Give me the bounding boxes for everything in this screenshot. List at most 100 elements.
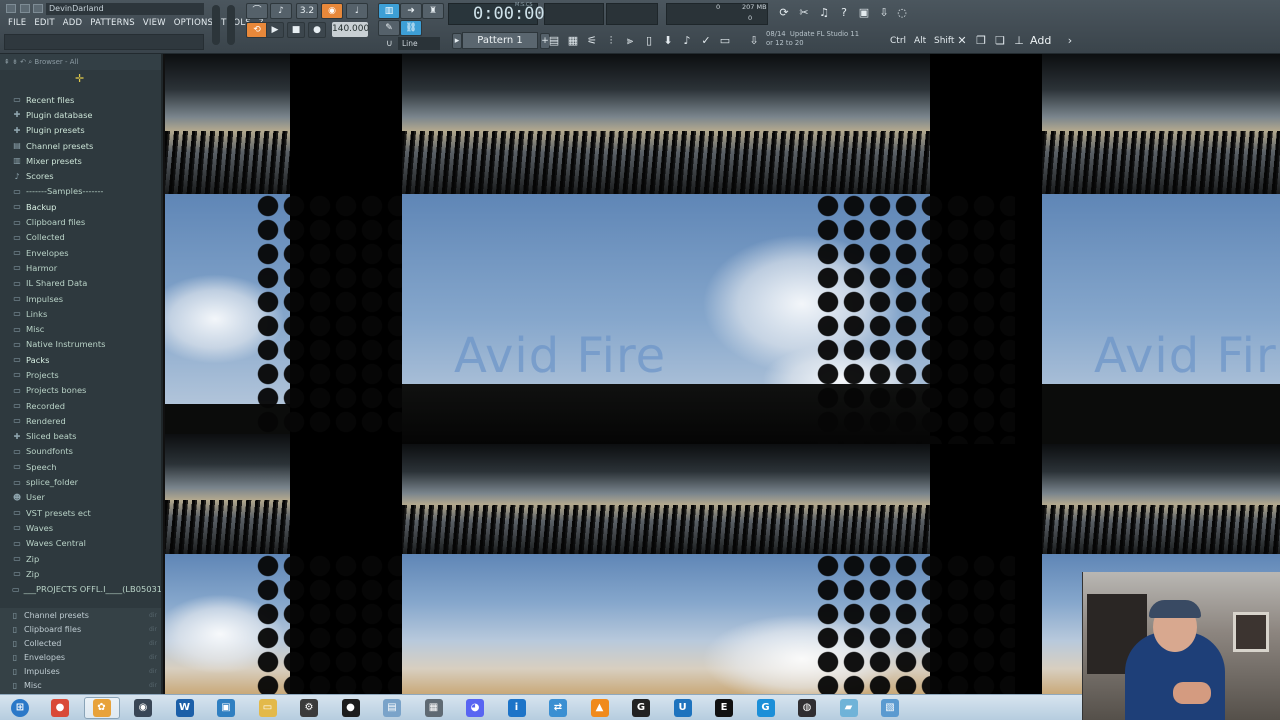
taskbar-button[interactable]: G — [748, 697, 784, 719]
undo-history-icon[interactable]: ⟳ — [776, 5, 792, 21]
browser-item[interactable]: ▭ -------Samples------- — [0, 184, 161, 199]
master-volume-slider[interactable] — [212, 5, 220, 45]
pattern-selector[interactable]: Pattern 1 — [462, 32, 538, 49]
menu-add[interactable]: ADD — [59, 17, 87, 31]
taskbar-button[interactable]: i — [499, 697, 535, 719]
browser-file-item[interactable]: ▯ Impulses dir — [0, 664, 161, 678]
mixer-icon[interactable]: ⫶ — [603, 33, 619, 49]
menu-patterns[interactable]: PATTERNS — [86, 17, 139, 31]
add-button[interactable]: Add — [1030, 32, 1060, 49]
cut-icon[interactable]: ✂ — [796, 5, 812, 21]
add-arrow-icon[interactable]: › — [1062, 33, 1078, 49]
taskbar-button[interactable]: ● — [42, 697, 78, 719]
step-edit-icon[interactable]: ♪ — [270, 3, 292, 19]
piano-icon[interactable]: ♜ — [422, 3, 444, 19]
browser-file-item[interactable]: ▯ Channel presets dir — [0, 608, 161, 622]
snap-select[interactable]: Line — [398, 37, 440, 50]
browser-item[interactable]: ▭ Packs — [0, 352, 161, 367]
taskbar-button[interactable]: ▭ — [250, 697, 286, 719]
menu-file[interactable]: FILE — [4, 17, 30, 31]
record-button[interactable]: ● — [308, 22, 326, 38]
taskbar-button[interactable]: ⚙ — [291, 697, 327, 719]
browser-file-item[interactable]: ▯ Clipboard files dir — [0, 622, 161, 636]
taskbar-button[interactable]: ◕ — [457, 697, 493, 719]
taskbar-button[interactable]: ▣ — [208, 697, 244, 719]
master-pitch-slider[interactable] — [227, 5, 235, 45]
alt-key[interactable]: Alt — [914, 33, 926, 49]
save-icon[interactable]: ▣ — [856, 5, 872, 21]
browser-item[interactable]: ▭ Recorded — [0, 398, 161, 413]
taskbar-button[interactable]: ◉ — [125, 697, 161, 719]
browser-item[interactable]: ✚ Plugin database — [0, 107, 161, 122]
arrow-right-icon[interactable]: ➜ — [400, 3, 422, 19]
browser-add-icon[interactable]: ✛ — [75, 72, 84, 85]
menu-edit[interactable]: EDIT — [30, 17, 58, 31]
browser-item[interactable]: ▭ Zip — [0, 551, 161, 566]
taskbar-button[interactable]: ▲ — [582, 697, 618, 719]
ctrl-key[interactable]: Ctrl — [890, 33, 906, 49]
browser-item[interactable]: ▭ IL Shared Data — [0, 276, 161, 291]
browser-item[interactable]: ▭ Speech — [0, 459, 161, 474]
blend-notes-icon[interactable]: ◉ — [321, 3, 343, 19]
playlist-icon[interactable]: ▤ — [546, 33, 562, 49]
tempo-tap-icon[interactable]: ✓ — [698, 33, 714, 49]
browser-item[interactable]: ▭ Recent files — [0, 92, 161, 107]
browser-item[interactable]: ✚ Plugin presets — [0, 123, 161, 138]
taskbar-button[interactable]: ● — [333, 697, 369, 719]
download-icon[interactable]: ⇩ — [746, 33, 762, 49]
plugin-picker-icon[interactable]: ⬇ — [660, 33, 676, 49]
browser-item[interactable]: ▭ Misc — [0, 321, 161, 336]
export-icon[interactable]: ⇩ — [876, 5, 892, 21]
browser-item[interactable]: ▭ Native Instruments — [0, 337, 161, 352]
microphone-icon[interactable]: ♫ — [816, 5, 832, 21]
taskbar-button[interactable]: ▰ — [831, 697, 867, 719]
browser-item[interactable]: ▭ Waves Central — [0, 536, 161, 551]
browser-item[interactable]: ♪ Scores — [0, 168, 161, 183]
browser-item[interactable]: ▭ Links — [0, 306, 161, 321]
browser-item[interactable]: ▤ Channel presets — [0, 138, 161, 153]
play-button[interactable]: ▶ — [266, 22, 284, 38]
close-icon[interactable] — [33, 4, 43, 13]
minimize-icon[interactable] — [20, 4, 30, 13]
help-icon[interactable]: ? — [836, 5, 852, 21]
browser-item[interactable]: ▭ Backup — [0, 199, 161, 214]
browser-item[interactable]: ▭ Soundfonts — [0, 444, 161, 459]
midi-keyboard-icon[interactable]: ▥ — [378, 3, 400, 19]
browser-item[interactable]: ▭ VST presets ect — [0, 505, 161, 520]
browser-item[interactable]: ▭ Harmor — [0, 260, 161, 275]
menu-view[interactable]: VIEW — [139, 17, 170, 31]
taskbar-button[interactable]: ⊞ — [2, 697, 38, 719]
taskbar-button[interactable]: G — [623, 697, 659, 719]
countdown-icon[interactable]: 3.2 — [296, 3, 318, 19]
pencil-icon[interactable]: ✎ — [378, 20, 400, 36]
taskbar-button[interactable]: ▤ — [374, 697, 410, 719]
browser-item[interactable]: ▥ Mixer presets — [0, 153, 161, 168]
mixer-sliders-icon[interactable]: ⫸ — [622, 33, 638, 49]
piano-roll-icon[interactable]: ▦ — [565, 33, 581, 49]
file-icon[interactable]: ▯ — [641, 33, 657, 49]
browser-nav-icon[interactable]: ⇞ ⇟ ↶ ⌕ — [4, 58, 34, 66]
shift-key[interactable]: Shift — [934, 33, 954, 49]
browser-item[interactable]: ▭ ___PROJECTS OFFL.I____(LB050317) — [0, 582, 161, 597]
browser-item[interactable]: ▭ splice_folder — [0, 474, 161, 489]
browser-item[interactable]: ▭ Collected — [0, 230, 161, 245]
joystick-icon[interactable]: ⊥ — [1011, 33, 1027, 49]
browser-file-item[interactable]: ▯ Envelopes dir — [0, 650, 161, 664]
pattern-prev-icon[interactable]: ▸ — [452, 33, 462, 49]
window-menu-icon[interactable] — [6, 4, 16, 13]
taskbar-button[interactable]: ▧ — [872, 697, 908, 719]
taskbar-button[interactable]: ▦ — [416, 697, 452, 719]
browser-item[interactable]: ▭ Clipboard files — [0, 214, 161, 229]
browser-item[interactable]: ▭ Projects bones — [0, 383, 161, 398]
taskbar-button[interactable]: ✿ — [83, 697, 120, 719]
taskbar-button[interactable]: W — [167, 697, 203, 719]
typing-keyboard-icon[interactable]: ⌒ — [246, 3, 268, 19]
mouse-icon[interactable]: ▭ — [717, 33, 733, 49]
browser-item[interactable]: ▭ Waves — [0, 520, 161, 535]
taskbar-button[interactable]: E — [706, 697, 742, 719]
menu-options[interactable]: OPTIONS — [170, 17, 217, 31]
touch-keyboard-icon[interactable]: ♪ — [679, 33, 695, 49]
stop-button[interactable]: ■ — [287, 22, 305, 38]
tempo-display[interactable]: 140.000 — [332, 22, 369, 37]
news-panel[interactable]: 08/14 Update FL Studio 11 or 12 to 20 — [766, 30, 880, 52]
